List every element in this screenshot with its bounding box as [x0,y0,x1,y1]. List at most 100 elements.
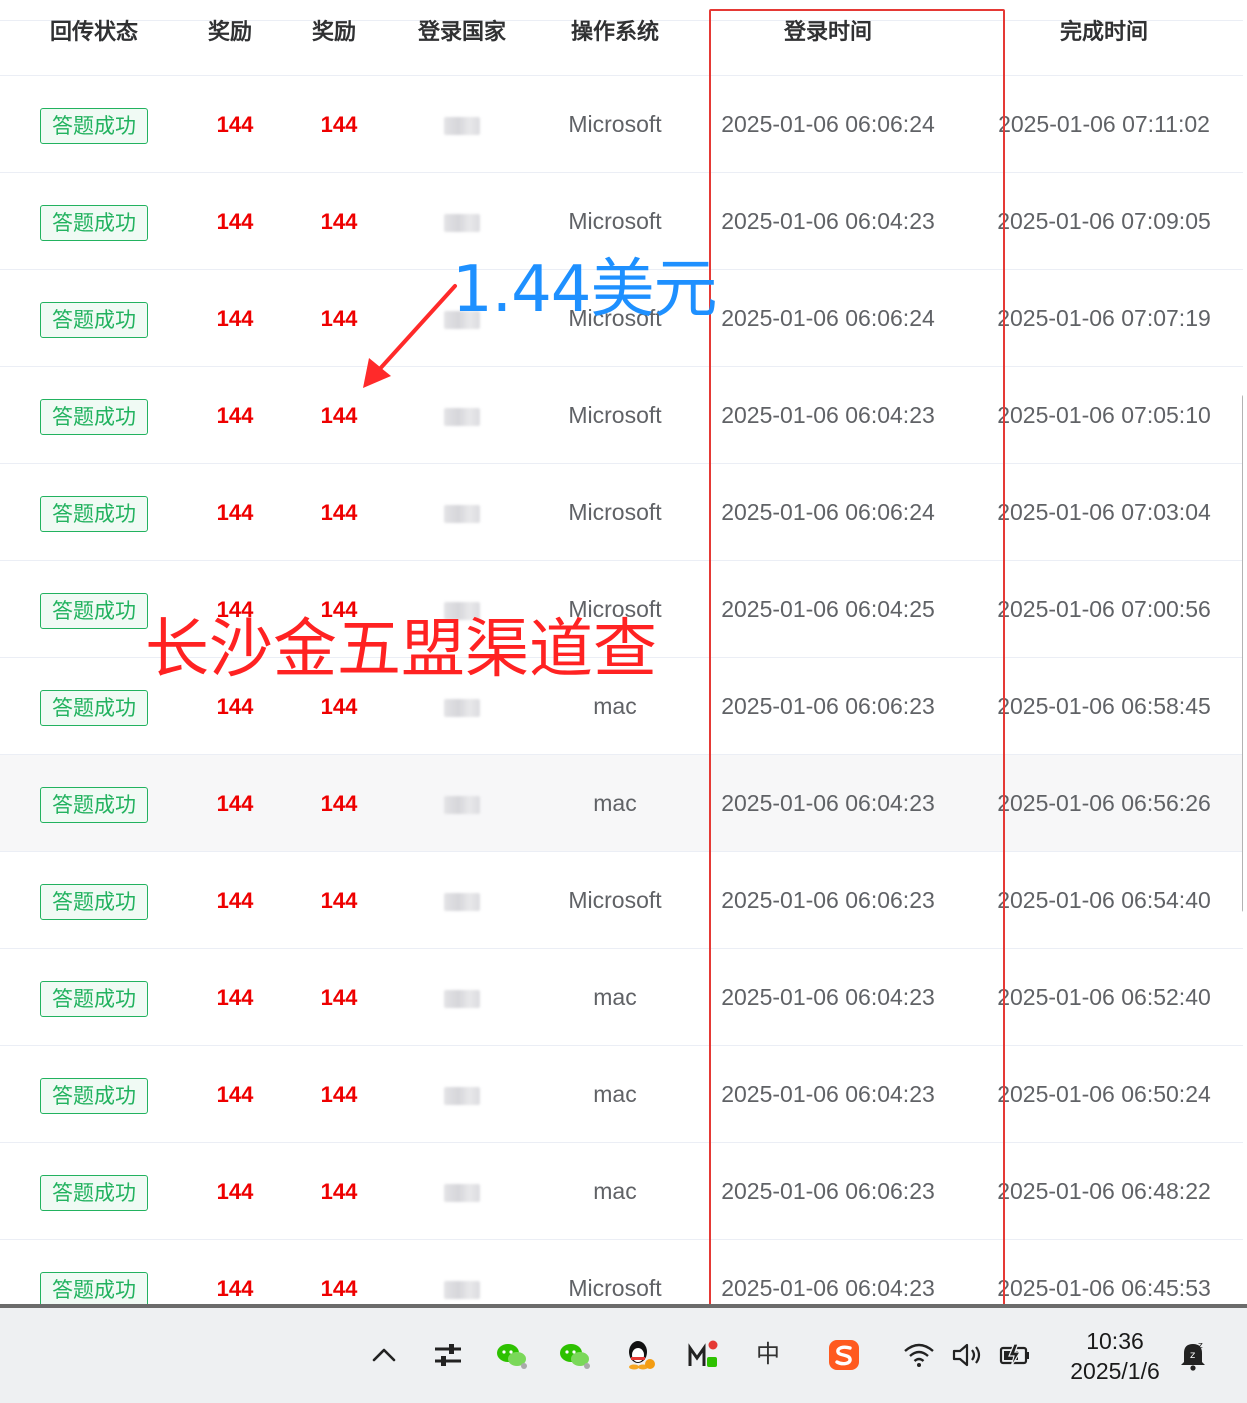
blurred-country-flag-icon [444,1183,480,1202]
reward-cell-2: 144 [320,1179,358,1204]
finish-time-cell: 2025-01-06 06:54:40 [997,887,1211,913]
status-badge: 答题成功 [40,1077,148,1114]
status-cell: 答题成功 [0,949,188,1046]
status-badge: 答题成功 [40,592,148,629]
table-row[interactable]: 答题成功 144 144 mac 2025-01-06 06:06:23 2025-01-… [0,1143,1243,1240]
os-cell: mac [593,984,637,1010]
status-cell: 答题成功 [0,1046,188,1143]
os-cell: Microsoft [568,887,662,913]
login-time-cell: 2025-01-06 06:06:23 [721,693,935,719]
ime-icon[interactable]: 中 [752,1338,784,1370]
header-os[interactable]: 操作系统 [545,14,685,52]
table-row[interactable]: 答题成功 144 144 Microsoft 2025-01-06 06:04:23 20… [0,367,1243,464]
finish-time-cell: 2025-01-06 06:58:45 [997,693,1211,719]
blurred-country-flag-icon [444,407,480,426]
reward-cell-1: 144 [216,1179,254,1204]
login-time-cell: 2025-01-06 06:04:23 [721,790,935,816]
header-country[interactable]: 登录国家 [400,14,524,52]
finish-time-cell: 2025-01-06 07:11:02 [998,111,1210,137]
reward-cell-1: 144 [216,1276,254,1301]
login-time-cell: 2025-01-06 06:04:23 [721,1275,935,1301]
status-cell: 答题成功 [0,755,188,852]
os-cell: mac [593,1178,637,1204]
status-badge: 答题成功 [40,495,148,532]
status-cell: 答题成功 [0,464,188,561]
country-cell [420,1046,504,1143]
login-time-cell: 2025-01-06 06:06:24 [721,305,935,331]
status-badge: 答题成功 [40,301,148,338]
finish-time-cell: 2025-01-06 07:07:19 [997,305,1211,331]
country-cell [420,852,504,949]
clock-time: 10:36 [1086,1328,1144,1354]
table-row[interactable]: 答题成功 144 144 mac 2025-01-06 06:04:23 2025-01-… [0,949,1243,1046]
os-cell: mac [593,790,637,816]
finish-time-cell: 2025-01-06 06:50:24 [997,1081,1211,1107]
blurred-country-flag-icon [444,1086,480,1105]
os-cell: Microsoft [568,402,662,428]
status-badge: 答题成功 [40,1271,148,1304]
notification-icon[interactable]: z z [1176,1338,1210,1372]
header-finish-time[interactable]: 完成时间 [990,14,1218,52]
annotation-arrow-icon [363,284,457,388]
table-row[interactable]: 答题成功 144 144 Microsoft 2025-01-06 06:04:23 20… [0,1240,1243,1304]
vertical-scrollbar[interactable] [1242,395,1243,912]
status-cell: 答题成功 [0,1143,188,1240]
status-badge: 答题成功 [40,786,148,823]
table-row[interactable]: 答题成功 144 144 Microsoft 2025-01-06 06:06:23 20… [0,852,1243,949]
volume-icon[interactable] [950,1338,984,1372]
finish-time-cell: 2025-01-06 07:00:56 [997,596,1211,622]
wechat-icon[interactable] [494,1338,528,1372]
header-status[interactable]: 回传状态 [0,14,188,52]
sogou-icon[interactable] [827,1338,861,1372]
reward-cell-1: 144 [216,306,254,331]
usd-annotation: 1.44美元 [452,253,717,327]
finish-time-cell: 2025-01-06 07:05:10 [997,402,1211,428]
blurred-country-flag-icon [444,1280,480,1299]
header-login-time[interactable]: 登录时间 [710,14,946,52]
status-cell: 答题成功 [0,367,188,464]
chevron-up-icon[interactable] [367,1338,401,1372]
table-row[interactable]: 答题成功 144 144 mac 2025-01-06 06:04:23 2025-01-… [0,755,1243,852]
app-icon[interactable] [686,1338,720,1372]
reward-cell-1: 144 [216,985,254,1010]
finish-time-cell: 2025-01-06 06:52:40 [997,984,1211,1010]
blurred-country-flag-icon [444,892,480,911]
country-cell [420,464,504,561]
finish-time-cell: 2025-01-06 07:03:04 [997,499,1211,525]
header-reward-1[interactable]: 奖励 [183,14,277,52]
reward-cell-1: 144 [216,112,254,137]
login-time-cell: 2025-01-06 06:06:24 [721,499,935,525]
login-time-cell: 2025-01-06 06:06:23 [721,887,935,913]
reward-cell-2: 144 [320,500,358,525]
qq-icon[interactable] [623,1338,657,1372]
reward-cell-1: 144 [216,500,254,525]
reward-cell-2: 144 [320,791,358,816]
blurred-country-flag-icon [444,116,480,135]
table-row[interactable]: 答题成功 144 144 Microsoft 2025-01-06 06:06:24 20… [0,464,1243,561]
sliders-icon[interactable] [431,1338,465,1372]
caption-annotation: 长沙金五盟渠道查 [145,613,657,687]
status-badge: 答题成功 [40,107,148,144]
status-badge: 答题成功 [40,980,148,1017]
login-time-cell: 2025-01-06 06:04:23 [721,1081,935,1107]
wifi-icon[interactable] [902,1338,936,1372]
system-clock[interactable]: 10:36 2025/1/6 [1040,1326,1190,1386]
table-row[interactable]: 答题成功 144 144 Microsoft 2025-01-06 06:06:24 20… [0,76,1243,173]
header-reward-2[interactable]: 奖励 [287,14,381,52]
wechat-icon[interactable] [557,1338,591,1372]
reward-cell-2: 144 [320,209,358,234]
status-cell: 答题成功 [0,76,188,173]
status-cell: 答题成功 [0,270,188,367]
os-cell: Microsoft [568,111,662,137]
table-row[interactable]: 答题成功 144 144 mac 2025-01-06 06:04:23 2025-01-… [0,1046,1243,1143]
finish-time-cell: 2025-01-06 06:48:22 [997,1178,1211,1204]
login-time-cell: 2025-01-06 06:04:23 [721,208,935,234]
finish-time-cell: 2025-01-06 07:09:05 [997,208,1211,234]
reward-cell-1: 144 [216,403,254,428]
windows-taskbar: 中 10:36 2025/1/6 z z [0,1304,1247,1403]
login-time-cell: 2025-01-06 06:06:23 [721,1178,935,1204]
country-cell [420,1240,504,1304]
login-time-cell: 2025-01-06 06:04:25 [721,596,935,622]
battery-icon[interactable] [998,1338,1032,1372]
reward-cell-2: 144 [320,1276,358,1301]
